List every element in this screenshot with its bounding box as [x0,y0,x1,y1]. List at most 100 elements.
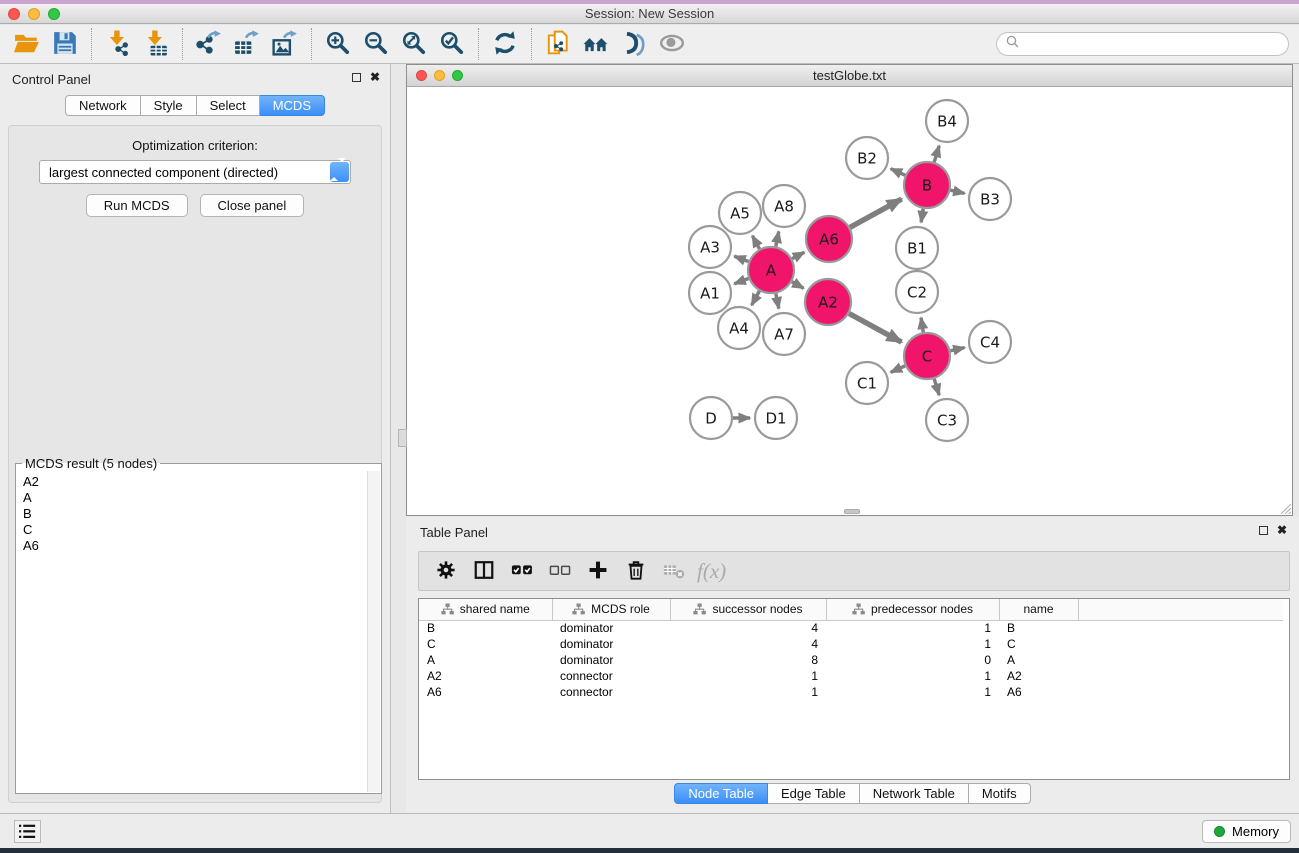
node-A2[interactable]: A2 [805,279,851,325]
edge-B-B1[interactable] [921,209,923,223]
table-cell[interactable]: A6 [999,684,1078,700]
network-hscroll-thumb[interactable] [844,509,860,514]
table-cell[interactable]: C [419,636,552,652]
float-panel-icon[interactable] [352,73,361,82]
table-cell[interactable]: dominator [552,636,670,652]
node-D[interactable]: D [690,397,732,439]
home-button[interactable] [577,27,615,61]
close-panel-button[interactable]: Close panel [200,194,305,217]
open-session-button[interactable] [8,27,46,61]
memory-button[interactable]: Memory [1202,820,1291,843]
edge-B-B2[interactable] [891,169,905,176]
edge-B-B3[interactable] [950,190,964,193]
network-minimize-button[interactable] [434,70,445,81]
minimize-window-button[interactable] [28,8,40,20]
node-A[interactable]: A [748,247,794,293]
table-cell[interactable]: 4 [670,620,826,636]
node-A4[interactable]: A4 [718,307,760,349]
table-cell[interactable]: 4 [670,636,826,652]
node-A6[interactable]: A6 [806,216,852,262]
table-cell[interactable]: 1 [826,684,999,700]
node-B2[interactable]: B2 [846,137,888,179]
table-cell[interactable]: A2 [419,668,552,684]
node-C1[interactable]: C1 [846,362,888,404]
column-header-name[interactable]: name [999,599,1078,620]
search-input[interactable] [1022,37,1281,52]
edge-A-A3[interactable] [734,256,748,261]
tab-network-table[interactable]: Network Table [860,783,969,804]
table-cell[interactable]: 1 [670,684,826,700]
tab-edge-table[interactable]: Edge Table [768,783,860,804]
import-network-button[interactable] [99,27,137,61]
network-zoom-button[interactable] [452,70,463,81]
node-C[interactable]: C [904,333,950,379]
edge-C-C4[interactable] [950,348,964,351]
edge-A-A4[interactable] [752,291,760,305]
node-B1[interactable]: B1 [896,227,938,269]
node-B3[interactable]: B3 [969,178,1011,220]
column-header-predecessor-nodes[interactable]: predecessor nodes [826,599,999,620]
tab-motifs[interactable]: Motifs [969,783,1031,804]
tab-style[interactable]: Style [141,95,197,116]
node-C2[interactable]: C2 [896,271,938,313]
zoom-out-button[interactable] [357,27,395,61]
edge-A2-C[interactable] [849,314,901,343]
split-panel-button[interactable] [469,556,499,586]
column-header-MCDS-role[interactable]: MCDS role [552,599,670,620]
tab-mcds[interactable]: MCDS [260,95,325,116]
table-cell[interactable]: connector [552,684,670,700]
node-C4[interactable]: C4 [969,321,1011,363]
table-cell[interactable]: connector [552,668,670,684]
edge-A6-B[interactable] [850,199,902,227]
table-cell[interactable]: B [999,620,1078,636]
network-canvas[interactable]: B4B2BB3A5A8A6A3B1AA1C2A2A4A7C4CC1C3DD1 [407,88,1292,515]
tab-network[interactable]: Network [65,95,141,116]
table-cell[interactable]: 1 [826,620,999,636]
table-cell[interactable]: dominator [552,620,670,636]
edge-A-A7[interactable] [776,294,779,309]
edge-A-A2[interactable] [792,282,804,289]
mcds-result-item[interactable]: B [17,506,380,522]
export-network-button[interactable] [190,27,228,61]
edge-A-A8[interactable] [776,232,779,247]
export-image-button[interactable] [266,27,304,61]
table-cell[interactable]: A [999,652,1078,668]
edge-C-C3[interactable] [934,379,939,395]
table-cell[interactable]: dominator [552,652,670,668]
node-B[interactable]: B [904,162,950,208]
search-field[interactable] [996,32,1289,56]
node-A8[interactable]: A8 [763,185,805,227]
edge-A-A6[interactable] [792,252,804,259]
mcds-result-list[interactable]: A2ABCA6 [17,471,380,792]
network-close-button[interactable] [416,70,427,81]
mcds-result-item[interactable]: A [17,490,380,506]
zoom-window-button[interactable] [48,8,60,20]
network-window-titlebar[interactable]: testGlobe.txt [407,65,1292,87]
show-graphics-details-button[interactable] [653,27,691,61]
table-cell[interactable]: 1 [670,668,826,684]
network-graph[interactable]: B4B2BB3A5A8A6A3B1AA1C2A2A4A7C4CC1C3DD1 [407,88,1292,515]
tab-select[interactable]: Select [197,95,260,116]
hide-graphics-details-button[interactable] [615,27,653,61]
close-panel-icon[interactable]: ✖ [370,71,380,83]
mcds-result-item[interactable]: A2 [17,474,380,490]
node-A7[interactable]: A7 [763,313,805,355]
table-cell[interactable]: C [999,636,1078,652]
export-table-button[interactable] [228,27,266,61]
delete-columns-button[interactable] [621,556,651,586]
edge-C-C2[interactable] [921,318,923,333]
window-resize-grip[interactable] [1278,501,1291,514]
table-cell[interactable]: A2 [999,668,1078,684]
run-mcds-button[interactable]: Run MCDS [86,194,188,217]
table-cell[interactable]: A [419,652,552,668]
column-header-shared-name[interactable]: shared name [419,599,552,620]
node-A1[interactable]: A1 [689,272,731,314]
zoom-in-button[interactable] [319,27,357,61]
node-D1[interactable]: D1 [755,397,797,439]
node-A3[interactable]: A3 [689,226,731,268]
edge-B-B4[interactable] [934,146,939,162]
edge-A-A1[interactable] [734,279,748,284]
select-all-columns-button[interactable] [507,556,537,586]
zoom-fit-button[interactable] [395,27,433,61]
table-cell[interactable]: B [419,620,552,636]
